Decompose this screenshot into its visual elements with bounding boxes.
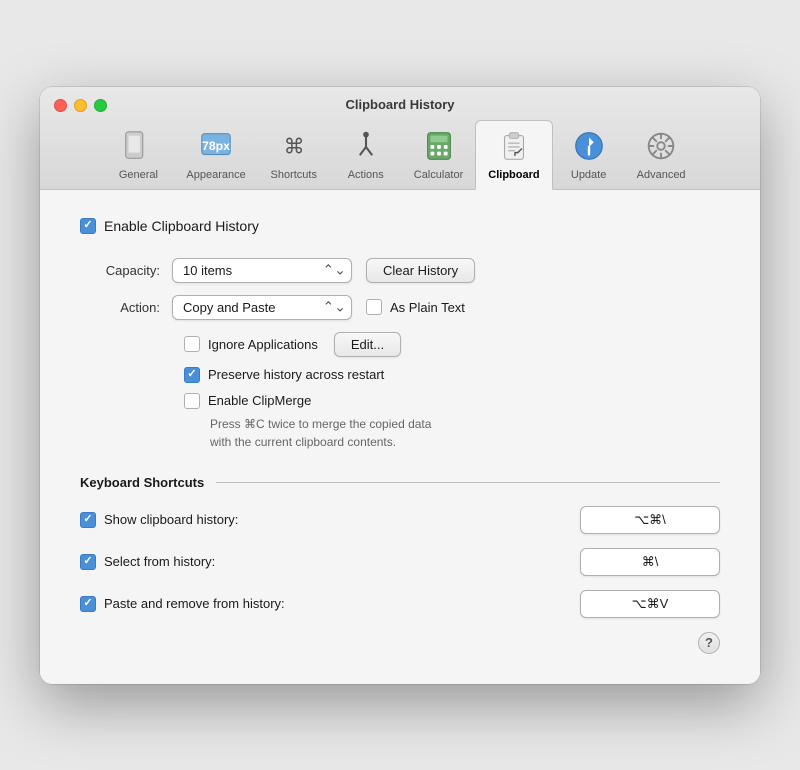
content-area: Enable Clipboard History Capacity: 10 it… xyxy=(40,190,760,684)
tab-advanced-label: Advanced xyxy=(637,169,686,181)
tab-clipboard[interactable]: Clipboard xyxy=(475,120,552,190)
shortcut-select-area: Select from history: xyxy=(80,554,580,570)
tab-shortcuts-label: Shortcuts xyxy=(271,169,317,181)
shortcut-show-area: Show clipboard history: xyxy=(80,512,580,528)
shortcut-show-key[interactable]: ⌥⌘\ xyxy=(580,506,720,534)
clipmerge-row: Enable ClipMerge xyxy=(184,393,720,409)
toolbar: General 78px Appearance ⌘ xyxy=(98,120,701,189)
traffic-lights xyxy=(54,99,107,112)
ignore-apps-checkbox[interactable] xyxy=(184,336,200,352)
preserve-label: Preserve history across restart xyxy=(208,367,384,382)
shortcut-show-row: Show clipboard history: ⌥⌘\ xyxy=(80,506,720,534)
shortcut-show-label: Show clipboard history: xyxy=(104,512,238,527)
tab-appearance-label: Appearance xyxy=(186,169,245,181)
advanced-icon xyxy=(642,127,680,165)
tab-shortcuts[interactable]: ⌘ Shortcuts xyxy=(258,121,330,189)
shortcut-paste-area: Paste and remove from history: xyxy=(80,596,580,612)
tab-update-label: Update xyxy=(571,169,606,181)
ignore-apps-row: Ignore Applications Edit... xyxy=(184,332,720,357)
general-icon xyxy=(119,127,157,165)
window-title: Clipboard History xyxy=(345,97,454,112)
main-window: Clipboard History General 78px xyxy=(40,87,760,684)
enable-row: Enable Clipboard History xyxy=(80,218,720,234)
tab-update[interactable]: Update xyxy=(553,121,625,189)
plain-text-checkbox[interactable] xyxy=(366,299,382,315)
update-icon xyxy=(570,127,608,165)
edit-button[interactable]: Edit... xyxy=(334,332,401,357)
calculator-icon xyxy=(420,127,458,165)
preserve-row: Preserve history across restart xyxy=(184,367,720,383)
svg-text:⌘: ⌘ xyxy=(283,135,304,158)
tab-appearance[interactable]: 78px Appearance xyxy=(174,121,257,189)
plain-text-label: As Plain Text xyxy=(390,300,465,315)
close-button[interactable] xyxy=(54,99,67,112)
appearance-icon: 78px xyxy=(197,127,235,165)
help-button[interactable]: ? xyxy=(698,632,720,654)
shortcut-select-checkbox[interactable] xyxy=(80,554,96,570)
clipmerge-label: Enable ClipMerge xyxy=(208,393,311,408)
title-bar: Clipboard History General 78px xyxy=(40,87,760,190)
capacity-select-wrapper: 10 items 5 items 20 items 50 items 100 i… xyxy=(172,258,352,283)
clipmerge-checkbox[interactable] xyxy=(184,393,200,409)
plain-text-row: As Plain Text xyxy=(366,299,465,315)
shortcut-paste-key[interactable]: ⌥⌘V xyxy=(580,590,720,618)
ignore-apps-label: Ignore Applications xyxy=(208,337,318,352)
preserve-checkbox[interactable] xyxy=(184,367,200,383)
tab-advanced[interactable]: Advanced xyxy=(625,121,698,189)
tab-actions[interactable]: Actions xyxy=(330,121,402,189)
help-area: ? xyxy=(80,632,720,654)
clear-history-button[interactable]: Clear History xyxy=(366,258,475,283)
clipmerge-hint: Press ⌘C twice to merge the copied dataw… xyxy=(210,415,720,451)
capacity-select[interactable]: 10 items 5 items 20 items 50 items 100 i… xyxy=(172,258,352,283)
section-divider xyxy=(216,482,720,483)
tab-general[interactable]: General xyxy=(102,121,174,189)
tab-calculator-label: Calculator xyxy=(414,169,464,181)
clipboard-icon xyxy=(495,127,533,165)
shortcut-select-key[interactable]: ⌘\ xyxy=(580,548,720,576)
keyboard-shortcuts-title: Keyboard Shortcuts xyxy=(80,475,204,490)
tab-actions-label: Actions xyxy=(348,169,384,181)
shortcuts-icon: ⌘ xyxy=(275,127,313,165)
capacity-row: Capacity: 10 items 5 items 20 items 50 i… xyxy=(80,258,720,283)
shortcut-paste-row: Paste and remove from history: ⌥⌘V xyxy=(80,590,720,618)
maximize-button[interactable] xyxy=(94,99,107,112)
shortcut-select-label: Select from history: xyxy=(104,554,215,569)
shortcut-paste-label: Paste and remove from history: xyxy=(104,596,285,611)
actions-icon xyxy=(347,127,385,165)
enable-checkbox[interactable] xyxy=(80,218,96,234)
action-row: Action: Copy and Paste Copy Paste ⌃⌄ As … xyxy=(80,295,720,320)
action-select[interactable]: Copy and Paste Copy Paste xyxy=(172,295,352,320)
tab-clipboard-label: Clipboard xyxy=(488,169,539,181)
capacity-label: Capacity: xyxy=(80,263,160,278)
minimize-button[interactable] xyxy=(74,99,87,112)
checks-area: Ignore Applications Edit... Preserve his… xyxy=(184,332,720,451)
shortcut-show-checkbox[interactable] xyxy=(80,512,96,528)
shortcut-paste-checkbox[interactable] xyxy=(80,596,96,612)
svg-text:78px: 78px xyxy=(202,138,230,152)
shortcut-select-row: Select from history: ⌘\ xyxy=(80,548,720,576)
action-select-wrapper: Copy and Paste Copy Paste ⌃⌄ xyxy=(172,295,352,320)
tab-general-label: General xyxy=(119,169,158,181)
action-label: Action: xyxy=(80,300,160,315)
enable-label: Enable Clipboard History xyxy=(104,218,259,234)
keyboard-shortcuts-header: Keyboard Shortcuts xyxy=(80,475,720,490)
tab-calculator[interactable]: Calculator xyxy=(402,121,476,189)
